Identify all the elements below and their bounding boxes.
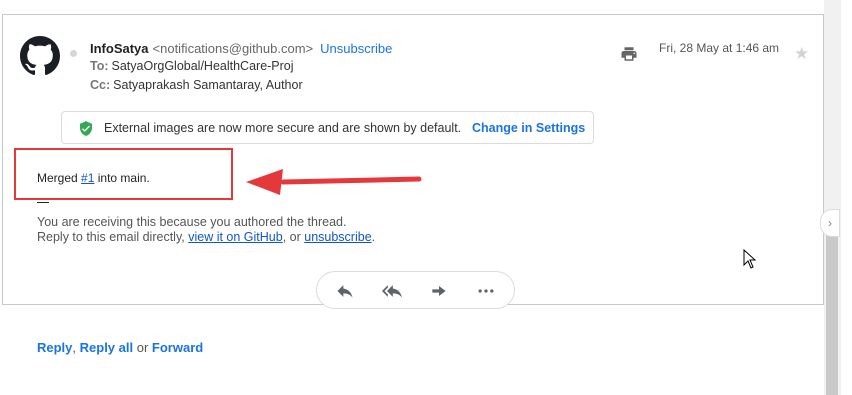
github-logo-icon[interactable] xyxy=(20,36,60,76)
forward-icon[interactable] xyxy=(428,281,450,301)
footer-reply-instructions: Reply to this email directly, view it on… xyxy=(37,230,375,244)
forward-link[interactable]: Forward xyxy=(152,340,203,355)
cc-row: Cc: Satyaprakash Samantaray, Author xyxy=(90,78,303,92)
reply-icon[interactable] xyxy=(334,281,356,301)
pull-request-link[interactable]: #1 xyxy=(81,171,94,185)
notice-text: External images are now more secure and … xyxy=(104,121,462,135)
mouse-cursor-icon xyxy=(743,249,757,269)
annotation-arrow xyxy=(246,169,422,195)
to-recipient: SatyaOrgGlobal/HealthCare-Proj xyxy=(111,59,294,73)
merged-suffix: into main. xyxy=(94,171,150,185)
reply-options: Reply, Reply all or Forward xyxy=(37,340,203,355)
footer-mid: , or xyxy=(282,230,305,244)
message-actions-bar xyxy=(316,271,515,309)
external-images-notice: External images are now more secure and … xyxy=(61,111,594,144)
sender-row: InfoSatya <notifications@github.com> Unsub… xyxy=(90,41,392,56)
change-settings-link[interactable]: Change in Settings xyxy=(472,121,585,135)
cc-recipients: Satyaprakash Samantaray, Author xyxy=(113,78,303,92)
shield-check-icon xyxy=(80,121,92,136)
to-label: To: xyxy=(90,59,109,73)
signature-divider xyxy=(37,202,49,203)
reply-all-icon[interactable] xyxy=(381,281,403,301)
email-message-card: InfoSatya <notifications@github.com> Unsub… xyxy=(2,14,824,309)
unsubscribe-link[interactable]: Unsubscribe xyxy=(320,41,392,56)
sender-name[interactable]: InfoSatya xyxy=(90,41,149,56)
footer-prefix: Reply to this email directly, xyxy=(37,230,189,244)
presence-indicator xyxy=(70,50,77,57)
print-icon[interactable] xyxy=(620,45,638,63)
reply-sep-1: , xyxy=(72,340,80,355)
star-icon[interactable]: ★ xyxy=(794,45,809,62)
reply-link[interactable]: Reply xyxy=(37,340,72,355)
reply-all-link[interactable]: Reply all xyxy=(80,340,133,355)
cc-label: Cc: xyxy=(90,78,111,92)
merged-prefix: Merged xyxy=(37,171,82,185)
to-row: To: SatyaOrgGlobal/HealthCare-Proj xyxy=(90,59,294,73)
footer-reason: You are receiving this because you autho… xyxy=(37,215,347,229)
sender-email: <notifications@github.com> xyxy=(152,41,314,56)
message-date: Fri, 28 May at 1:46 am xyxy=(659,41,780,55)
reply-sep-2: or xyxy=(133,340,152,355)
chevron-right-icon[interactable]: › xyxy=(820,209,840,237)
merged-message: Merged #1 into main. xyxy=(37,171,150,185)
scrollbar-thumb[interactable] xyxy=(826,225,838,395)
footer-unsubscribe-link[interactable]: unsubscribe xyxy=(304,230,371,244)
more-icon[interactable] xyxy=(475,281,497,301)
view-on-github-link[interactable]: view it on GitHub xyxy=(188,230,282,244)
footer-end: . xyxy=(371,230,376,244)
